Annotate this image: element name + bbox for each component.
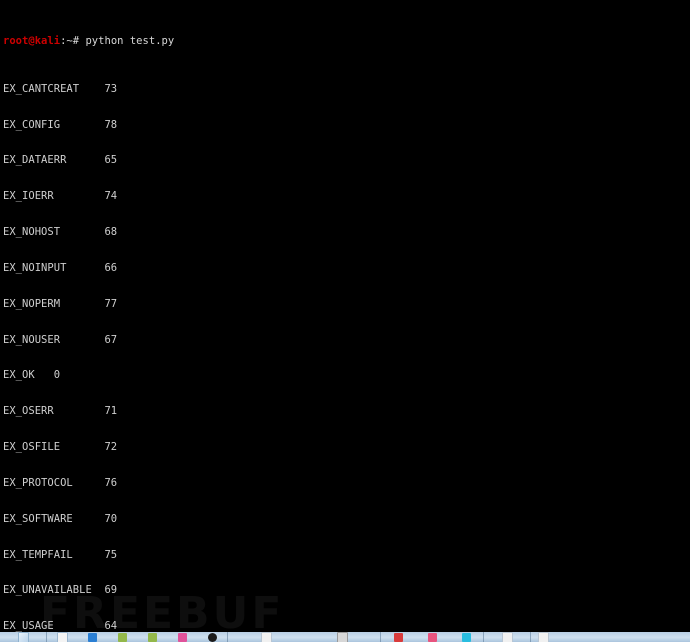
prompt-command: python test.py: [85, 34, 175, 47]
output-line: EX_OSFILE 72: [3, 441, 118, 454]
cyan-tray-icon: [461, 632, 471, 642]
rose-tray-icon: [427, 632, 437, 642]
output-line: EX_USAGE 64: [3, 620, 118, 632]
olive-app-icon: [147, 632, 157, 642]
green-app-icon: [117, 632, 127, 642]
show-desktop-button[interactable]: [531, 632, 555, 642]
output-line: EX_PROTOCOL 76: [3, 476, 118, 489]
prompt-user-host: root@kali: [3, 34, 61, 47]
output-line: EX_TEMPFAIL 75: [3, 548, 118, 561]
tray-red-icon-item[interactable]: [381, 632, 415, 642]
output-line: EX_OSERR 71: [3, 405, 118, 418]
output-line: EX_SOFTWARE 70: [3, 512, 118, 525]
dark-circle-icon: [207, 632, 217, 642]
show-desktop-icon: [537, 632, 549, 642]
blue-app-icon: [87, 632, 97, 642]
output-line: EX_DATAERR 65: [3, 154, 118, 167]
folder-icon: [56, 632, 68, 642]
output-line: EX_NOHOST 68: [3, 226, 118, 239]
terminal-prompt-line: root@kali:~# python test.py: [3, 34, 175, 48]
tray-cyan-icon-item[interactable]: [449, 632, 483, 642]
quicklaunch-pink-app[interactable]: [167, 632, 197, 642]
output-line: EX_OK 0: [3, 369, 61, 382]
terminal-output: root@kali:~# python test.py EX_CANTCREAT…: [3, 0, 174, 632]
output-line: EX_IOERR 74: [3, 190, 118, 203]
output-line: EX_NOINPUT 66: [3, 261, 118, 274]
quicklaunch-green-app[interactable]: [107, 632, 137, 642]
red-tray-icon: [393, 632, 403, 642]
quicklaunch-olive-app[interactable]: [137, 632, 167, 642]
quicklaunch-dark-app[interactable]: [197, 632, 227, 642]
start-button[interactable]: [0, 632, 46, 642]
output-line: EX_NOPERM 77: [3, 297, 118, 310]
pink-app-icon: [177, 632, 187, 642]
window-icon: [260, 632, 272, 642]
quicklaunch-explorer[interactable]: [47, 632, 77, 642]
tray-pale-icon-item[interactable]: [484, 632, 530, 642]
output-line: EX_CANTCREAT 73: [3, 82, 118, 95]
taskbar-window-1[interactable]: [228, 632, 304, 642]
pale-tray-icon: [501, 632, 513, 642]
output-line: EX_NOUSER 67: [3, 333, 118, 346]
taskbar-window-2[interactable]: [304, 632, 380, 642]
taskbar[interactable]: [0, 632, 690, 642]
window-icon: [336, 632, 348, 642]
output-line: EX_CONFIG 78: [3, 118, 118, 131]
prompt-path-sigil: :~#: [60, 34, 86, 47]
output-line: EX_UNAVAILABLE 69: [3, 584, 118, 597]
tray-rose-icon-item[interactable]: [415, 632, 449, 642]
quicklaunch-blue-app[interactable]: [77, 632, 107, 642]
windows-orb-icon: [17, 632, 29, 642]
terminal-window[interactable]: root@kali:~# python test.py EX_CANTCREAT…: [0, 0, 690, 632]
